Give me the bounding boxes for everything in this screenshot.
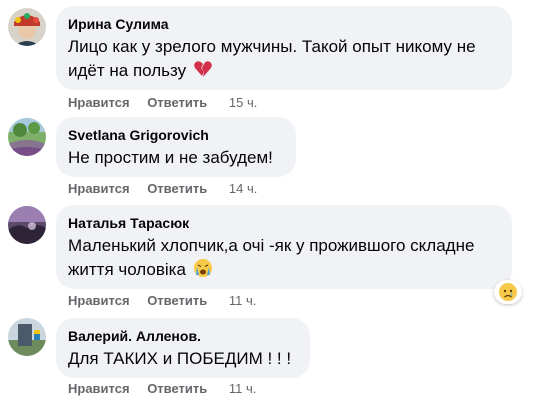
comment-actions: Нравится Ответить 11 ч. xyxy=(68,381,270,397)
comment-text: Не простим и не забудем! xyxy=(68,148,273,167)
sad-face-icon xyxy=(499,283,517,301)
comment-time[interactable]: 11 ч. xyxy=(229,381,257,396)
like-button[interactable]: Нравится xyxy=(68,381,130,396)
comment-text-content: Маленький хлопчик,а очі -як у прожившого… xyxy=(68,236,475,279)
comment-author[interactable]: Наталья Тарасюк xyxy=(68,214,500,232)
comment-author[interactable]: Ирина Сулима xyxy=(68,15,500,33)
comment-bubble: Валерий. Алленов. Для ТАКИХ и ПОБЕДИМ ! … xyxy=(56,318,310,378)
comment-actions: Нравится Ответить 11 ч. xyxy=(68,293,270,309)
crying-face-icon xyxy=(193,259,212,277)
comment-time[interactable]: 11 ч. xyxy=(229,293,257,308)
comment-text: Лицо как у зрелого мужчины. Такой опыт н… xyxy=(68,35,500,83)
comment-text: Для ТАКИХ и ПОБЕДИМ ! ! ! xyxy=(68,349,292,368)
comment-author[interactable]: Валерий. Алленов. xyxy=(68,327,298,345)
comment-time[interactable]: 14 ч. xyxy=(229,181,257,196)
like-button[interactable]: Нравится xyxy=(68,293,130,308)
like-button[interactable]: Нравится xyxy=(68,181,130,196)
comment-text-content: Лицо как у зрелого мужчины. Такой опыт н… xyxy=(68,37,476,80)
comment-actions: Нравится Ответить 15 ч. xyxy=(68,95,271,111)
reply-button[interactable]: Ответить xyxy=(147,181,207,196)
comment-author[interactable]: Svetlana Grigorovich xyxy=(68,126,284,144)
broken-heart-icon xyxy=(194,61,212,77)
comment-bubble: Svetlana Grigorovich Не простим и не заб… xyxy=(56,117,296,177)
reaction-badge[interactable] xyxy=(494,280,522,304)
avatar[interactable] xyxy=(8,118,46,156)
reply-button[interactable]: Ответить xyxy=(147,95,207,110)
comment-bubble: Наталья Тарасюк Маленький хлопчик,а очі … xyxy=(56,205,512,289)
comment-bubble: Ирина Сулима Лицо как у зрелого мужчины.… xyxy=(56,6,512,90)
like-button[interactable]: Нравится xyxy=(68,95,130,110)
comment-actions: Нравится Ответить 14 ч. xyxy=(68,181,271,197)
comment-text: Маленький хлопчик,а очі -як у прожившого… xyxy=(68,234,500,282)
avatar[interactable] xyxy=(8,318,46,356)
avatar[interactable] xyxy=(8,206,46,244)
avatar[interactable] xyxy=(8,8,46,46)
comment-time[interactable]: 15 ч. xyxy=(229,95,257,110)
reply-button[interactable]: Ответить xyxy=(147,293,207,308)
reply-button[interactable]: Ответить xyxy=(147,381,207,396)
